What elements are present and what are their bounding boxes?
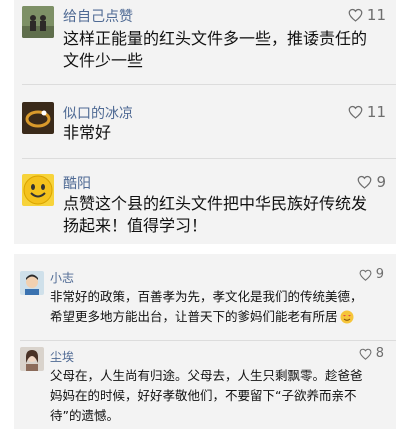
like-count: 11 [366, 6, 386, 24]
heart-icon [359, 348, 372, 360]
avatar[interactable] [22, 102, 54, 134]
avatar[interactable] [20, 347, 44, 371]
comment-line: 父母在，人生尚有归途。父母去，人生只剩飘零。趁爸爸 [50, 368, 363, 383]
like-count: 9 [376, 173, 386, 191]
comment-author[interactable]: 尘埃 [50, 348, 74, 365]
divider [22, 158, 396, 159]
heart-icon [348, 105, 363, 119]
divider [22, 84, 396, 85]
like-button[interactable]: 11 [348, 103, 386, 121]
avatar-couple-image [22, 6, 54, 38]
avatar-ring-image [22, 102, 54, 134]
like-button[interactable]: 8 [359, 346, 384, 361]
comment-text: 父母在，人生尚有归途。父母去，人生只剩飘零。趁爸爸 妈妈在的时候，好好孝敬他们，… [50, 366, 363, 426]
comment-text: 非常好 [63, 122, 111, 144]
comment-line: 点赞这个县的红头文件把中华民族好传统发 [63, 194, 368, 213]
avatar-cartoon-boy-image [20, 271, 44, 295]
comment-text: 非常好的政策，百善孝为先，孝文化是我们的传统美德， 希望更多地方能出台，让普天下… [50, 287, 363, 330]
comment-panel-bottom: 小志 9 非常好的政策，百善孝为先，孝文化是我们的传统美德， 希望更多地方能出台… [14, 254, 396, 429]
comment-line: 希望更多地方能出台，让普天下的爹妈们能老有所居 [50, 307, 363, 330]
comment-author[interactable]: 似口的冰凉 [63, 103, 133, 123]
comment-item: 小志 9 非常好的政策，百善孝为先，孝文化是我们的传统美德， 希望更多地方能出台… [14, 254, 396, 340]
like-count: 9 [375, 267, 384, 282]
avatar-woman-image [20, 347, 44, 371]
comment-item: 给自己点赞 11 这样正能量的红头文件多一些，推诿责任的 文件少一些 [14, 0, 396, 80]
divider [20, 340, 396, 341]
comment-item: 似口的冰凉 11 非常好 [14, 86, 396, 156]
comment-item: 尘埃 8 父母在，人生尚有归途。父母去，人生只剩飘零。趁爸爸 妈妈在的时候，好好… [14, 342, 396, 429]
like-button[interactable]: 9 [357, 173, 386, 191]
like-count: 11 [366, 103, 386, 121]
smiling-face-with-hearts-icon [340, 310, 354, 330]
comment-text: 这样正能量的红头文件多一些，推诿责任的 文件少一些 [63, 28, 367, 72]
like-button[interactable]: 9 [359, 267, 384, 282]
comment-text: 点赞这个县的红头文件把中华民族好传统发 扬起来！值得学习！ [63, 193, 367, 237]
comment-author[interactable]: 酷阳 [63, 173, 91, 193]
heart-icon [358, 175, 372, 189]
heart-icon [359, 269, 372, 281]
comment-line: 妈妈在的时候，好好孝敬他们，不要留下“子欲养而亲不 [50, 388, 357, 403]
comment-line: 待”的遗憾。 [50, 408, 119, 423]
avatar[interactable] [22, 174, 54, 206]
avatar-smiley-image [22, 174, 54, 206]
comment-author[interactable]: 小志 [50, 269, 74, 286]
like-button[interactable]: 11 [348, 6, 386, 24]
comment-item: 酷阳 9 点赞这个县的红头文件把中华民族好传统发 扬起来！值得学习！ [14, 160, 396, 244]
avatar[interactable] [20, 271, 44, 295]
comment-line: 文件少一些 [63, 51, 144, 70]
comment-line: 非常好 [63, 123, 112, 142]
comment-line: 这样正能量的红头文件多一些，推诿责任的 [63, 29, 368, 48]
avatar[interactable] [22, 6, 54, 38]
like-count: 8 [375, 346, 384, 361]
comment-panel-top: 给自己点赞 11 这样正能量的红头文件多一些，推诿责任的 文件少一些 似口的冰凉 [14, 0, 396, 244]
comment-line-text: 希望更多地方能出台，让普天下的爹妈们能老有所居 [50, 309, 338, 324]
heart-icon [348, 8, 363, 22]
comment-line: 扬起来！值得学习！ [63, 216, 208, 235]
comment-author[interactable]: 给自己点赞 [63, 6, 133, 26]
comment-line: 非常好的政策，百善孝为先，孝文化是我们的传统美德， [50, 289, 363, 304]
